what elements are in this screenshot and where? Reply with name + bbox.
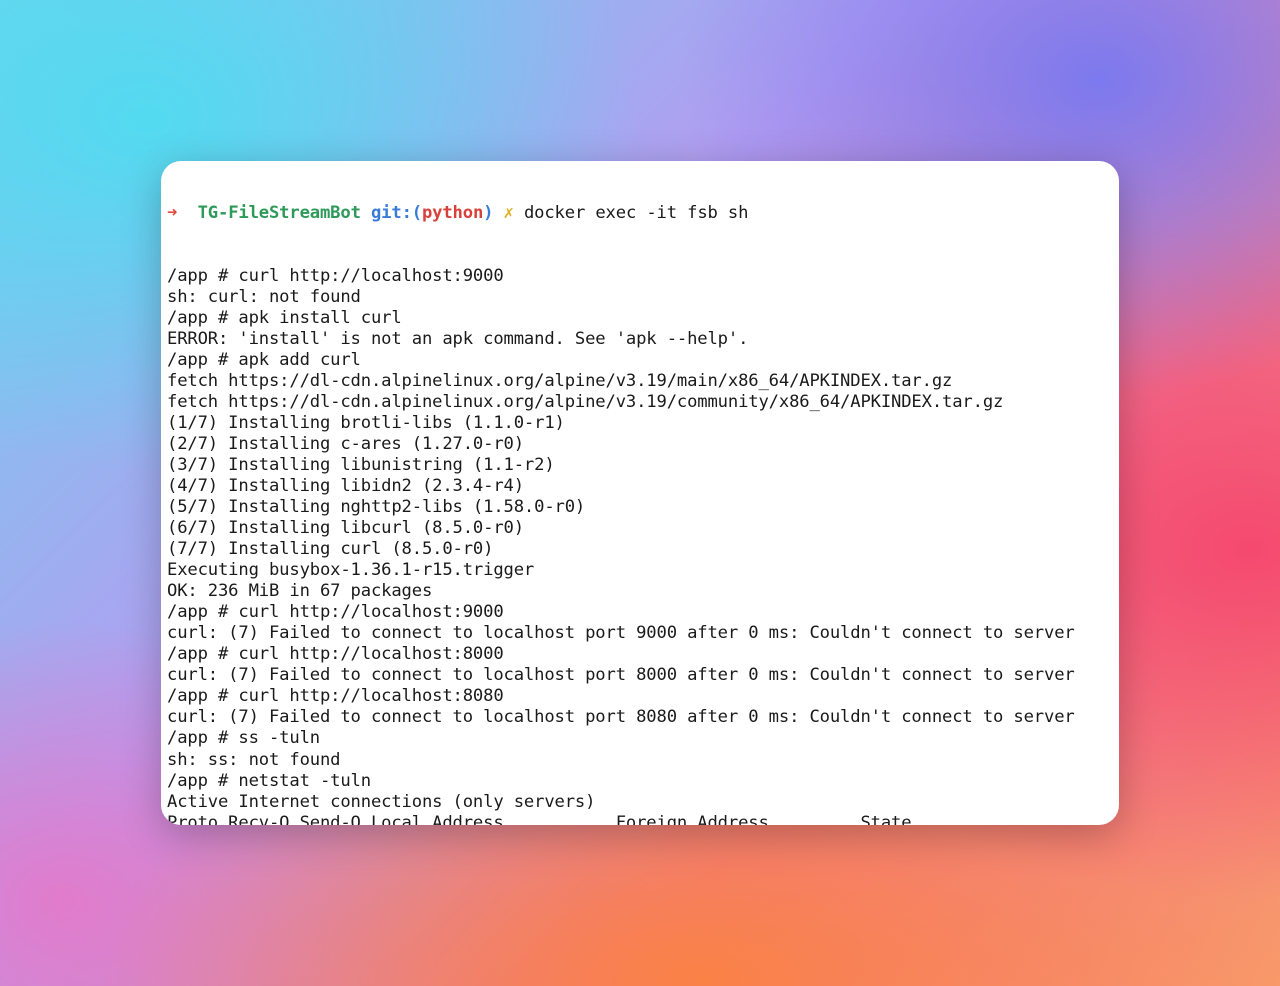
terminal-line: (6/7) Installing libcurl (8.5.0-r0) [167,518,524,539]
terminal-line: /app # netstat -tuln [167,770,371,791]
terminal-line: Proto Recv-Q Send-Q Local Address Foreig… [167,812,912,825]
terminal-line: /app # curl http://localhost:9000 [167,266,504,287]
terminal-line: OK: 236 MiB in 67 packages [167,581,433,602]
prompt-line: ➜ TG-FileStreamBot git:(python) ✗ docker… [167,203,1075,224]
terminal-line: ERROR: 'install' is not an apk command. … [167,329,749,350]
terminal-line: curl: (7) Failed to connect to localhost… [167,665,1075,686]
terminal-line: sh: curl: not found [167,287,361,308]
terminal-line: /app # ss -tuln [167,728,320,749]
terminal-line: (7/7) Installing curl (8.5.0-r0) [167,539,494,560]
git-dirty-icon: ✗ [493,203,514,224]
terminal-line: fetch https://dl-cdn.alpinelinux.org/alp… [167,392,1004,413]
terminal-line: sh: ss: not found [167,749,341,770]
terminal-line: (2/7) Installing c-ares (1.27.0-r0) [167,434,524,455]
prompt-arrow-icon: ➜ [167,203,188,224]
terminal-line: fetch https://dl-cdn.alpinelinux.org/alp… [167,371,953,392]
terminal-line: (3/7) Installing libunistring (1.1-r2) [167,455,555,476]
git-suffix: ) [483,203,494,224]
terminal-line: curl: (7) Failed to connect to localhost… [167,707,1075,728]
terminal-output: ➜ TG-FileStreamBot git:(python) ✗ docker… [167,161,1075,825]
git-prefix: git:( [360,203,422,224]
terminal-line: (1/7) Installing brotli-libs (1.1.0-r1) [167,413,565,434]
terminal-line: /app # curl http://localhost:8000 [167,644,504,665]
git-branch: python [421,203,484,224]
terminal-line: (5/7) Installing nghttp2-libs (1.58.0-r0… [167,497,586,518]
terminal-line: /app # curl http://localhost:9000 [167,602,504,623]
terminal-window[interactable]: ➜ TG-FileStreamBot git:(python) ✗ docker… [161,161,1119,825]
prompt-command: docker exec -it fsb sh [513,203,749,224]
terminal-line: Active Internet connections (only server… [167,791,596,812]
prompt-directory: TG-FileStreamBot [187,203,361,224]
terminal-line: /app # curl http://localhost:8080 [167,686,504,707]
terminal-line: curl: (7) Failed to connect to localhost… [167,623,1075,644]
terminal-line: /app # apk install curl [167,308,402,329]
terminal-line: (4/7) Installing libidn2 (2.3.4-r4) [167,476,524,497]
terminal-line: Executing busybox-1.36.1-r15.trigger [167,560,535,581]
terminal-line: /app # apk add curl [167,350,361,371]
